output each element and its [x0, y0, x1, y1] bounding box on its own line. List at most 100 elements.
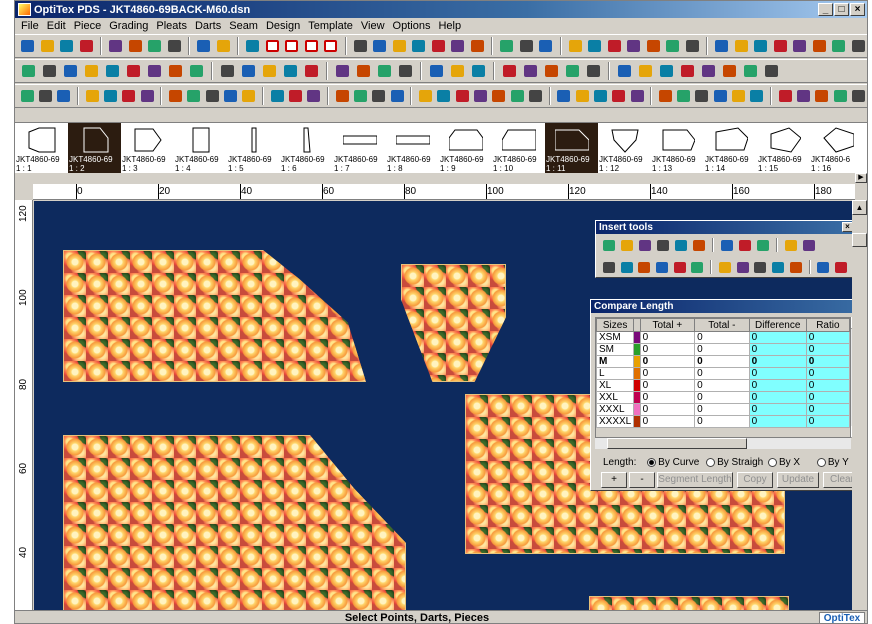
difference-cell[interactable]: 0 [748, 367, 807, 380]
drawing-canvas[interactable]: Insert tools× Compare Length× Sizes Tota… [34, 201, 854, 610]
grade-tool-button[interactable] [436, 87, 452, 106]
line-tool-button[interactable] [850, 37, 868, 56]
insert-select-button[interactable] [755, 237, 771, 253]
move-tool-button[interactable] [472, 87, 488, 106]
insert-grade-button[interactable] [655, 237, 671, 253]
insert-color-button[interactable] [735, 259, 751, 275]
difference-cell[interactable]: 0 [748, 379, 807, 392]
piece-thumbnail[interactable]: JKT4860-69 1 : 12 [598, 123, 651, 175]
col-difference[interactable]: Difference [748, 318, 807, 332]
grade-tool-button[interactable] [830, 37, 848, 56]
grade-tool-button[interactable] [741, 62, 760, 81]
hscroll-thumb[interactable] [607, 438, 747, 449]
maximize-button[interactable]: □ [834, 3, 849, 16]
total-plus-cell[interactable]: 0 [639, 403, 696, 416]
col-total-plus[interactable]: Total + [639, 318, 696, 332]
grade-tool-button[interactable] [186, 87, 202, 106]
ratio-cell[interactable]: 0 [805, 355, 850, 368]
pattern-piece-bottom-left[interactable] [63, 435, 406, 610]
save-tool-button[interactable] [281, 62, 300, 81]
move-tool-button[interactable] [107, 37, 125, 56]
line-tool-button[interactable] [218, 62, 237, 81]
save-tool-button[interactable] [664, 37, 682, 56]
total-plus-cell[interactable]: 0 [639, 415, 696, 428]
template-tool-button[interactable] [678, 62, 697, 81]
total-plus-cell[interactable]: 0 [639, 355, 696, 368]
table-row[interactable]: XXXXL 0 0 0 0 [596, 415, 850, 428]
menu-darts[interactable]: Darts [191, 20, 225, 32]
grade-tool-button[interactable] [713, 37, 731, 56]
redo-tool-button[interactable] [166, 62, 185, 81]
piece-thumbnail[interactable]: JKT4860-69 1 : 5 [227, 123, 280, 175]
insert-text-button[interactable] [691, 237, 707, 253]
redo-tool-button[interactable] [417, 87, 433, 106]
insert-ruler-button[interactable] [689, 259, 705, 275]
difference-cell[interactable]: 0 [748, 343, 807, 356]
menu-piece[interactable]: Piece [70, 20, 106, 32]
insert-offset-button[interactable] [717, 259, 733, 275]
table-row[interactable]: SM 0 0 0 0 [596, 343, 850, 356]
table-row[interactable]: M0000 [596, 355, 850, 368]
insert-zoom-fit-button[interactable] [788, 259, 804, 275]
insert-rotate-button[interactable] [636, 259, 652, 275]
menu-grading[interactable]: Grading [105, 20, 152, 32]
move-tool-button[interactable] [239, 62, 258, 81]
line-tool-button[interactable] [636, 62, 655, 81]
piece-thumbnail[interactable]: JKT4860-69 1 : 4 [174, 123, 227, 175]
insert-curve-button[interactable] [672, 259, 688, 275]
line-tool-button[interactable] [762, 62, 781, 81]
piece-thumbnail[interactable]: JKT4860-69 1 : 7 [333, 123, 386, 175]
template-tool-button[interactable] [241, 87, 257, 106]
save-tool-button[interactable] [139, 87, 155, 106]
grade-tool-button[interactable] [333, 62, 352, 81]
ratio-cell[interactable]: 0 [805, 379, 850, 392]
redo-tool-button[interactable] [720, 62, 739, 81]
update-button[interactable]: Update [777, 472, 819, 488]
option-by-y[interactable]: By Y [816, 457, 849, 468]
table-row[interactable]: XXL 0 0 0 0 [596, 391, 850, 404]
piece-thumbnail[interactable]: JKT4860-69 1 : 3 [121, 123, 174, 175]
total-minus-cell[interactable]: 0 [694, 391, 750, 404]
line-tool-button[interactable] [469, 37, 487, 56]
table-row[interactable]: XL 0 0 0 0 [596, 379, 850, 392]
redo-tool-button[interactable] [567, 37, 585, 56]
total-minus-cell[interactable]: 0 [694, 379, 750, 392]
menu-template[interactable]: Template [304, 20, 357, 32]
copy-button[interactable]: Copy [737, 472, 773, 488]
save-tool-button[interactable] [629, 87, 645, 106]
save-tool-button[interactable] [427, 62, 446, 81]
redo-tool-button[interactable] [303, 37, 321, 56]
piece-thumbnail[interactable]: JKT4860-69 1 : 6 [280, 123, 333, 175]
piece-thumbnail[interactable]: JKT4860-69 1 : 13 [651, 123, 704, 175]
save-tool-button[interactable] [269, 87, 285, 106]
move-tool-button[interactable] [244, 37, 262, 56]
col-total-minus[interactable]: Total - [694, 318, 750, 332]
piece-thumbnail[interactable]: JKT4860-69 1 : 1 [15, 123, 68, 175]
total-plus-cell[interactable]: 0 [639, 343, 696, 356]
total-minus-cell[interactable]: 0 [694, 403, 750, 416]
line-tool-button[interactable] [84, 87, 100, 106]
save-tool-button[interactable] [509, 87, 525, 106]
insert-redo-button[interactable] [801, 237, 817, 253]
grade-tool-button[interactable] [615, 62, 634, 81]
minimize-button[interactable]: _ [818, 3, 833, 16]
insert-redo-button[interactable] [619, 259, 635, 275]
grade-tool-button[interactable] [676, 87, 692, 106]
piece-thumbnail[interactable]: JKT4860-69 1 : 8 [386, 123, 439, 175]
redo-tool-button[interactable] [657, 87, 673, 106]
move-tool-button[interactable] [832, 87, 848, 106]
grade-tool-button[interactable] [58, 37, 76, 56]
difference-cell[interactable]: 0 [748, 391, 807, 404]
insert-view-button[interactable] [737, 237, 753, 253]
template-tool-button[interactable] [518, 37, 536, 56]
redo-tool-button[interactable] [584, 62, 603, 81]
redo-tool-button[interactable] [37, 87, 53, 106]
redo-tool-button[interactable] [167, 87, 183, 106]
save-tool-button[interactable] [19, 62, 38, 81]
insert-open-button[interactable] [601, 237, 617, 253]
redo-tool-button[interactable] [40, 62, 59, 81]
difference-cell[interactable]: 0 [748, 331, 807, 344]
template-tool-button[interactable] [645, 37, 663, 56]
line-tool-button[interactable] [606, 37, 624, 56]
template-tool-button[interactable] [371, 87, 387, 106]
